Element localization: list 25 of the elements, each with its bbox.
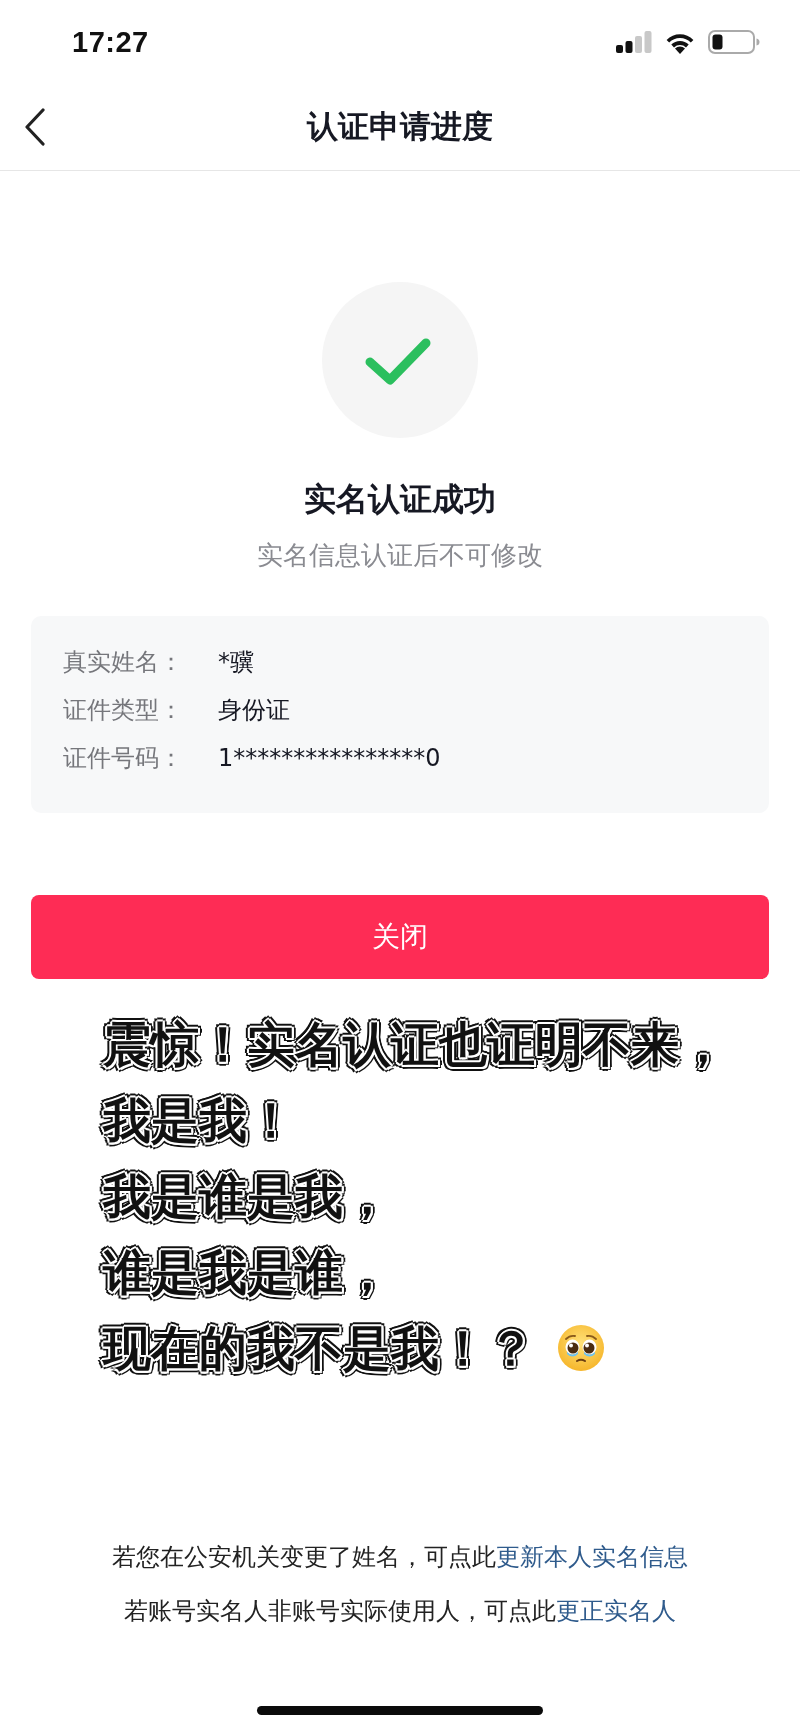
check-circle-icon [322,282,478,438]
footer-note: 若您在公安机关变更了姓名，可点此更新本人实名信息 [112,1542,688,1573]
back-chevron-icon [24,108,46,146]
caption-text: 现在的我不是我！？ [103,1319,535,1377]
caption-text: 谁是我是谁， [103,1243,391,1301]
caption-text: 我是谁是我， [103,1167,391,1225]
caption-text: 我是我！ [103,1091,295,1149]
pleading-face-icon [557,1324,605,1372]
info-value: 1****************0 [218,744,441,772]
info-value: *骥 [218,647,254,678]
page-title: 认证申请进度 [307,107,493,146]
battery-icon [708,30,760,54]
info-value: 身份证 [218,695,290,726]
signal-icon [616,31,652,53]
result-subtitle: 实名信息认证后不可修改 [257,539,543,572]
footer-note: 若账号实名人非账号实际使用人，可点此更正实名人 [124,1596,676,1627]
footer-link[interactable]: 更正实名人 [556,1597,676,1625]
info-label: 证件号码： [63,743,184,774]
caption-text: 震惊！实名认证也证明不来， [103,1015,727,1073]
status-time: 17:27 [72,25,149,59]
info-label: 真实姓名： [63,647,184,678]
result-title: 实名认证成功 [304,479,496,520]
footer-link[interactable]: 更新本人实名信息 [496,1543,688,1571]
close-button[interactable]: 关闭 [31,895,769,979]
info-label: 证件类型： [63,695,184,726]
